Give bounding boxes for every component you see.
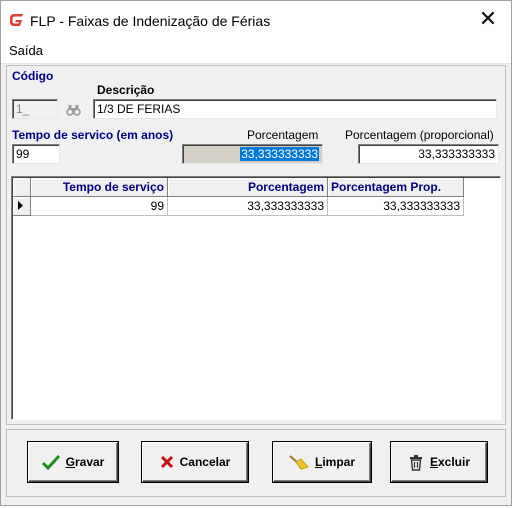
menu-bar: Saída [1, 39, 511, 64]
data-grid[interactable]: Tempo de serviço Porcentagem Porcentagem… [11, 176, 501, 420]
codigo-label: Código [12, 69, 54, 83]
column-header-porcentagem[interactable]: Porcentagem [168, 178, 328, 197]
descricao-field[interactable]: 1/3 DE FERIAS [93, 99, 497, 119]
column-header-porcentagem-prop[interactable]: Porcentagem Prop. [328, 178, 464, 197]
limpar-label: Limpar [314, 455, 356, 469]
cancelar-button[interactable]: Cancelar [142, 442, 248, 482]
current-row-arrow-icon [18, 201, 23, 210]
tempo-label: Tempo de servico (em anos) [12, 128, 174, 142]
row-indicator[interactable] [13, 197, 31, 216]
excluir-label: Excluir [429, 455, 471, 469]
column-header-tempo[interactable]: Tempo de serviço [31, 178, 168, 197]
title-bar: FLP - Faixas de Indenização de Férias ✕ [1, 1, 511, 39]
close-button[interactable]: ✕ [465, 1, 511, 39]
app-logo-icon [8, 11, 26, 29]
table-cell-porcentagem-prop[interactable]: 33,333333333 [328, 197, 464, 216]
gravar-label: Gravar [65, 455, 105, 469]
codigo-field[interactable]: 1_ [12, 99, 58, 119]
form-panel: Código 1_ Descrição 1/3 DE FERIAS Tempo … [6, 65, 506, 425]
dialog-window: FLP - Faixas de Indenização de Férias ✕ … [0, 0, 512, 506]
close-icon[interactable]: ✕ [479, 6, 497, 31]
descricao-label: Descrição [97, 83, 155, 97]
limpar-button[interactable]: Limpar [273, 442, 371, 482]
x-icon [160, 455, 174, 469]
table-cell-porcentagem[interactable]: 33,333333333 [168, 197, 328, 216]
trash-icon [408, 454, 424, 471]
tempo-field[interactable]: 99 [12, 144, 60, 164]
button-panel: Gravar Cancelar Limpar Excluir [6, 429, 506, 497]
porcentagem-label: Porcentagem [247, 128, 319, 142]
grid-corner [13, 178, 31, 197]
checkmark-icon [41, 454, 60, 470]
gravar-button[interactable]: Gravar [28, 442, 118, 482]
broom-icon [289, 454, 309, 470]
window-title: FLP - Faixas de Indenização de Férias [30, 13, 271, 29]
porcentagem-selected-text[interactable]: 33,333333333 [240, 147, 319, 161]
search-button[interactable] [63, 99, 84, 120]
menu-item-saida[interactable]: Saída [9, 43, 43, 58]
excluir-button[interactable]: Excluir [391, 442, 487, 482]
table-cell-tempo[interactable]: 99 [31, 197, 168, 216]
porcentagem-prop-field[interactable]: 33,333333333 [358, 144, 499, 164]
binoculars-icon [66, 105, 81, 116]
porcentagem-prop-label: Porcentagem (proporcional) [345, 128, 494, 142]
porcentagem-field[interactable]: 33,333333333 [182, 144, 323, 164]
cancelar-label: Cancelar [179, 455, 231, 469]
